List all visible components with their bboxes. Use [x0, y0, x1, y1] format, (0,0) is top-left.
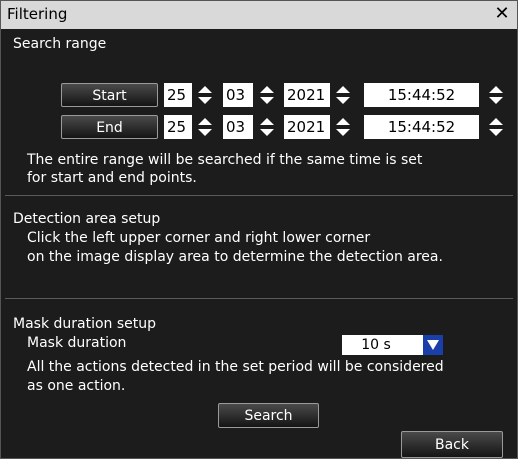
up-arrow-icon[interactable] — [336, 118, 350, 125]
end-month-spinner[interactable] — [258, 115, 276, 139]
up-arrow-icon[interactable] — [198, 86, 212, 93]
close-icon[interactable]: ✕ — [491, 3, 513, 25]
down-arrow-icon[interactable] — [260, 97, 274, 104]
detection-instruction-line1: Click the left upper corner and right lo… — [27, 230, 371, 246]
mask-note-line2: as one action. — [27, 378, 126, 394]
dialog-title: Filtering — [7, 5, 68, 23]
up-arrow-icon[interactable] — [489, 118, 503, 125]
start-time-spinner[interactable] — [487, 83, 505, 107]
start-button[interactable]: Start — [61, 83, 158, 107]
title-bar: Filtering ✕ — [1, 1, 517, 29]
detection-instruction-line2: on the image display area to determine t… — [27, 249, 443, 265]
up-arrow-icon[interactable] — [198, 118, 212, 125]
up-arrow-icon[interactable] — [489, 86, 503, 93]
end-time-field[interactable]: 15:44:52 — [364, 115, 479, 139]
dropdown-arrow-icon[interactable] — [423, 335, 443, 355]
divider — [5, 195, 513, 196]
end-year-spinner[interactable] — [334, 115, 352, 139]
start-year-field[interactable]: 2021 — [284, 83, 330, 107]
start-month-spinner[interactable] — [258, 83, 276, 107]
mask-duration-select[interactable]: 10 s — [342, 335, 443, 355]
end-time-spinner[interactable] — [487, 115, 505, 139]
divider — [5, 298, 513, 299]
start-year-spinner[interactable] — [334, 83, 352, 107]
back-button[interactable]: Back — [401, 431, 503, 458]
search-button[interactable]: Search — [218, 403, 319, 428]
down-arrow-icon[interactable] — [489, 97, 503, 104]
up-arrow-icon[interactable] — [260, 118, 274, 125]
up-arrow-icon[interactable] — [260, 86, 274, 93]
end-month-field[interactable]: 03 — [223, 115, 253, 139]
search-range-note-line2: for start and end points. — [27, 170, 197, 186]
start-month-field[interactable]: 03 — [223, 83, 253, 107]
down-arrow-icon[interactable] — [336, 129, 350, 136]
down-arrow-icon[interactable] — [198, 129, 212, 136]
filtering-dialog: Filtering ✕ Search range Start 25 03 202… — [0, 0, 518, 459]
end-year-field[interactable]: 2021 — [284, 115, 330, 139]
mask-note-line1: All the actions detected in the set peri… — [27, 359, 444, 375]
down-arrow-icon[interactable] — [198, 97, 212, 104]
search-range-label: Search range — [13, 36, 107, 52]
mask-duration-setup-label: Mask duration setup — [13, 316, 157, 332]
down-arrow-icon[interactable] — [489, 129, 503, 136]
mask-duration-label: Mask duration — [27, 335, 127, 351]
start-day-spinner[interactable] — [196, 83, 214, 107]
detection-area-label: Detection area setup — [13, 211, 161, 227]
search-range-note-line1: The entire range will be searched if the… — [27, 152, 423, 168]
down-arrow-icon[interactable] — [260, 129, 274, 136]
end-day-field[interactable]: 25 — [164, 115, 192, 139]
down-arrow-icon[interactable] — [336, 97, 350, 104]
end-button[interactable]: End — [61, 115, 158, 139]
end-day-spinner[interactable] — [196, 115, 214, 139]
start-time-field[interactable]: 15:44:52 — [364, 83, 479, 107]
up-arrow-icon[interactable] — [336, 86, 350, 93]
mask-duration-value: 10 s — [361, 337, 391, 353]
start-day-field[interactable]: 25 — [164, 83, 192, 107]
